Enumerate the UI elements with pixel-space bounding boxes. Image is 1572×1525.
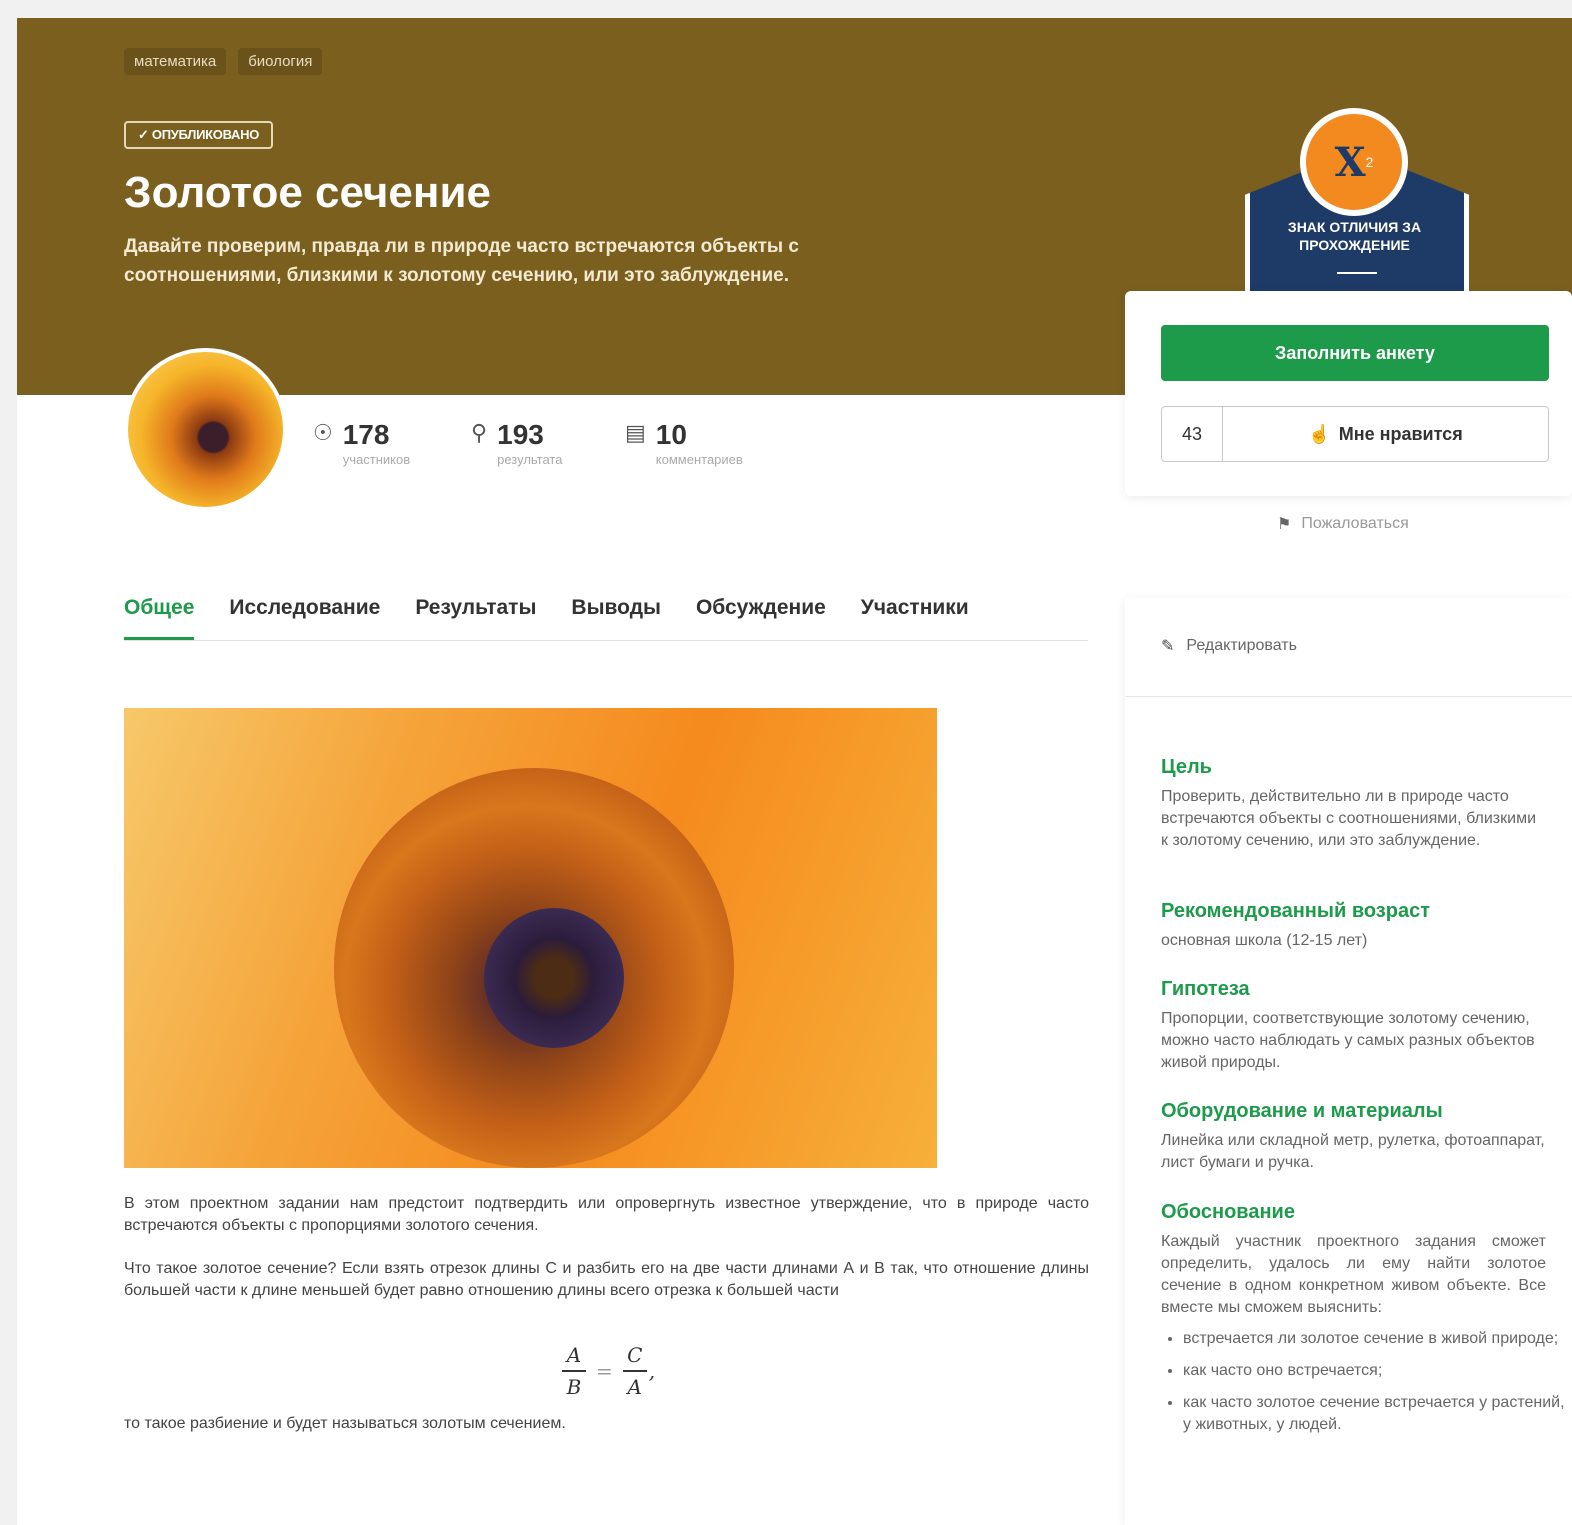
equals-sign: = — [596, 1359, 613, 1383]
tag-list: математика биология — [124, 48, 323, 75]
report-label: Пожаловаться — [1301, 515, 1409, 532]
section-title-goal: Цель — [1161, 756, 1212, 778]
pencil-icon: ✎ — [1161, 638, 1175, 655]
fraction-c-a: CA — [622, 1343, 647, 1399]
stat-label: участников — [342, 452, 411, 467]
stat-value: 10 — [655, 419, 687, 450]
stat-comments: ▤ 10 комментариев — [625, 418, 743, 467]
page-subtitle: Давайте проверим, правда ли в природе ча… — [124, 236, 799, 286]
content-paragraph-3: то такое разбиение и будет называться зо… — [124, 1415, 566, 1432]
report-link[interactable]: ⚑ Пожаловаться — [1277, 514, 1409, 534]
tab-discussion[interactable]: Обсуждение — [696, 592, 826, 640]
stat-label: результата — [497, 452, 563, 467]
lightbulb-icon: ⚲ — [471, 420, 488, 445]
stats-row: ☉ 178 участников ⚲ 193 результата ▤ 10 к… — [313, 418, 743, 467]
fill-survey-button[interactable]: Заполнить анкету — [1161, 325, 1549, 381]
list-item: встречается ли золотое сечение в живой п… — [1183, 1328, 1572, 1350]
golden-ratio-formula: AB = CA , — [562, 1343, 655, 1399]
section-title-rationale: Обоснование — [1161, 1201, 1295, 1223]
content-paragraph-2: Что такое золотое сечение? Если взять от… — [124, 1260, 1089, 1299]
stat-results: ⚲ 193 результата — [471, 418, 625, 467]
list-item: как часто золотое сечение встречается у … — [1183, 1392, 1572, 1436]
stat-value: 193 — [497, 419, 544, 450]
section-title-equipment: Оборудование и материалы — [1161, 1100, 1443, 1122]
like-button[interactable]: ☝ Мне нравится — [1223, 407, 1548, 461]
like-control: 43 ☝ Мне нравится — [1161, 406, 1549, 462]
formula-comma: , — [648, 1359, 656, 1383]
content-paragraph-1: В этом проектном задании нам предстоит п… — [124, 1195, 1089, 1234]
person-icon: ☉ — [313, 420, 333, 445]
badge-divider — [1337, 272, 1377, 274]
section-title-hypothesis: Гипотеза — [1161, 978, 1250, 1000]
tab-conclusions[interactable]: Выводы — [571, 592, 661, 640]
achievement-badge: X2 ЗНАК ОТЛИЧИЯ ЗА ПРОХОЖДЕНИЕ — [1242, 108, 1472, 310]
stat-participants: ☉ 178 участников — [313, 418, 471, 467]
section-text-equipment: Линейка или складной метр, рулетка, фото… — [1161, 1132, 1545, 1171]
badge-label: ЗНАК ОТЛИЧИЯ ЗА ПРОХОЖДЕНИЕ — [1287, 219, 1422, 253]
flag-icon: ⚑ — [1277, 516, 1292, 533]
like-count: 43 — [1162, 407, 1223, 461]
rationale-list: встречается ли золотое сечение в живой п… — [1161, 1328, 1572, 1446]
section-text-rationale: Каждый участник проектного задания сможе… — [1161, 1233, 1546, 1316]
page-title: Золотое сечение — [124, 168, 491, 217]
section-title-age: Рекомендованный возраст — [1161, 900, 1431, 922]
tab-research[interactable]: Исследование — [229, 592, 380, 640]
tab-bar: Общее Исследование Результаты Выводы Обс… — [124, 592, 1088, 641]
project-avatar — [124, 348, 287, 511]
status-badge: ✓ ОПУБЛИКОВАНО — [124, 121, 274, 149]
sidebar-info: ✎ Редактировать Цель Проверить, действит… — [1125, 598, 1572, 1525]
stat-value: 178 — [342, 419, 390, 450]
tab-results[interactable]: Результаты — [415, 592, 536, 640]
x-squared-ruler-icon: X2 — [1300, 108, 1408, 216]
nautilus-shell-image — [124, 708, 937, 1168]
list-item: как часто оно встречается; — [1183, 1360, 1572, 1382]
action-card: Заполнить анкету 43 ☝ Мне нравится — [1125, 291, 1572, 496]
thumbs-up-icon: ☝ — [1308, 423, 1331, 444]
tab-general[interactable]: Общее — [124, 592, 195, 640]
sidebar-divider — [1125, 696, 1572, 697]
section-text-goal: Проверить, действительно ли в природе ча… — [1161, 788, 1536, 849]
edit-link[interactable]: ✎ Редактировать — [1161, 636, 1297, 656]
tag-math[interactable]: математика — [124, 48, 227, 75]
fraction-a-b: AB — [562, 1343, 586, 1399]
section-text-age: основная школа (12-15 лет) — [1161, 932, 1368, 949]
section-text-hypothesis: Пропорции, соответствующие золотому сече… — [1161, 1010, 1535, 1071]
tab-participants[interactable]: Участники — [861, 592, 969, 640]
edit-label: Редактировать — [1186, 637, 1297, 654]
shell-center — [484, 908, 624, 1048]
page: математика биология ✓ ОПУБЛИКОВАНО Золот… — [17, 18, 1572, 1525]
comment-icon: ▤ — [625, 420, 646, 445]
stat-label: комментариев — [655, 452, 743, 467]
like-button-label: Мне нравится — [1338, 423, 1463, 444]
tag-biology[interactable]: биология — [238, 48, 323, 75]
